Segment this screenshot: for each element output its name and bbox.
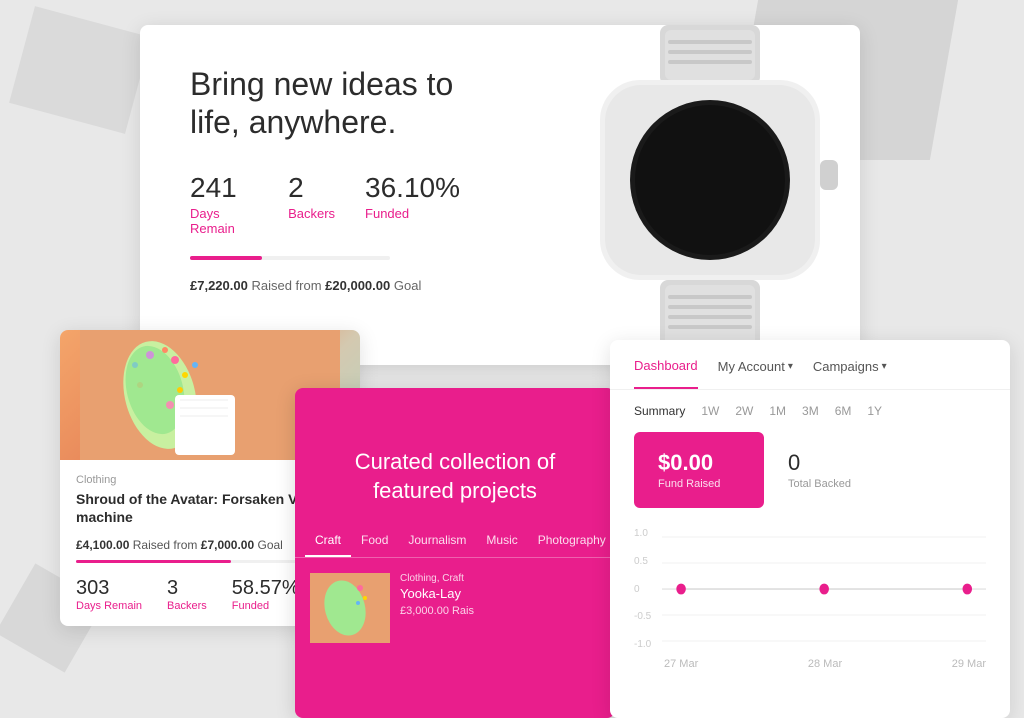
chart-area: 1.0 0.5 0 -0.5 -1.0 2 [610, 524, 1010, 684]
chart-y-label-bottom: -1.0 [634, 639, 662, 650]
product-stat-backers: 3 Backers [167, 577, 207, 612]
backers-num: 2 [288, 172, 335, 204]
goal-amount: £20,000.00 [325, 278, 390, 293]
tab-food[interactable]: Food [351, 525, 398, 557]
collection-item-svg [310, 573, 390, 643]
stat-funded: 36.10% Funded [365, 172, 460, 236]
dashboard-stats: $0.00 Fund Raised 0 Total Backed [610, 432, 1010, 524]
time-tab-1w[interactable]: 1W [701, 404, 719, 418]
collection-item-image [310, 573, 390, 643]
tab-craft[interactable]: Craft [305, 525, 351, 557]
nav-my-account[interactable]: My Account ▾ [718, 359, 793, 388]
total-backed-label: Total Backed [788, 478, 851, 490]
backers-label: Backers [288, 206, 335, 221]
time-tab-1y[interactable]: 1Y [867, 404, 882, 418]
nav-dashboard-label: Dashboard [634, 358, 698, 373]
collection-item-name: Yooka-Lay [400, 586, 600, 601]
raised-from-label: Raised from [251, 278, 321, 293]
bg-decoration-2 [9, 6, 151, 134]
product-progress-fill [76, 560, 231, 563]
collection-header: Curated collection of featured projects [295, 388, 615, 525]
collection-card: Curated collection of featured projects … [295, 388, 615, 718]
product-stat-days: 303 Days Remain [76, 577, 142, 612]
product-backers-num: 3 [167, 577, 207, 600]
campaign-stats: 241 Days Remain 2 Backers 36.10% Funded [190, 172, 460, 236]
stat-days: 241 Days Remain [190, 172, 258, 236]
funded-label: Funded [365, 206, 460, 221]
nav-campaigns[interactable]: Campaigns ▾ [813, 359, 887, 388]
chart-y-label-mid-low: -0.5 [634, 611, 662, 622]
chart-svg [662, 524, 986, 654]
tab-journalism[interactable]: Journalism [398, 525, 476, 557]
dashboard-nav: Dashboard My Account ▾ Campaigns ▾ [610, 340, 1010, 390]
nav-account-arrow: ▾ [788, 361, 793, 372]
chart-label-29mar: 29 Mar [952, 658, 986, 670]
time-tab-2w[interactable]: 2W [735, 404, 753, 418]
collection-content: Clothing, Craft Yooka-Lay £3,000.00 Rais [295, 558, 615, 658]
time-tab-1m[interactable]: 1M [769, 404, 786, 418]
chart-y-label-mid-high: 0.5 [634, 556, 662, 567]
fund-raised-label: Fund Raised [658, 478, 740, 490]
time-tab-6m[interactable]: 6M [835, 404, 852, 418]
chart-y-label-top: 1.0 [634, 528, 662, 539]
product-funded-num: 58.57% [232, 577, 300, 600]
goal-label: Goal [394, 278, 421, 293]
product-raised-text: Raised from [133, 538, 198, 552]
campaign-progress-bar [190, 256, 390, 260]
campaign-title: Bring new ideas to life, anywhere. [190, 65, 460, 142]
product-goal-label: Goal [258, 538, 283, 552]
fund-raised-stat: $0.00 Fund Raised [634, 432, 764, 508]
nav-campaigns-label: Campaigns [813, 359, 879, 374]
product-raised-amount: £4,100.00 [76, 538, 129, 552]
product-funded-label: Funded [232, 600, 300, 612]
watch-image-area [500, 25, 860, 365]
days-remain-label: Days Remain [190, 206, 258, 236]
total-backed-amount: 0 [788, 450, 851, 476]
collection-item-raised: £3,000.00 Rais [400, 605, 600, 617]
nav-campaigns-arrow: ▾ [882, 361, 887, 372]
chart-y-label-mid: 0 [634, 584, 662, 595]
watch-svg [500, 25, 860, 365]
chart-label-27mar: 27 Mar [664, 658, 698, 670]
chart-label-28mar: 28 Mar [808, 658, 842, 670]
days-remain-num: 241 [190, 172, 258, 204]
tab-photography[interactable]: Photography [528, 525, 615, 557]
product-days-num: 303 [76, 577, 142, 600]
dashboard-time-tabs: Summary 1W 2W 1M 3M 6M 1Y [610, 390, 1010, 432]
raised-info: £7,220.00 Raised from £20,000.00 Goal [190, 278, 460, 293]
nav-account-label: My Account [718, 359, 785, 374]
product-goal-amount: £7,000.00 [201, 538, 254, 552]
product-stat-funded: 58.57% Funded [232, 577, 300, 612]
watch-card-content: Bring new ideas to life, anywhere. 241 D… [140, 25, 500, 365]
raised-amount: £7,220.00 [190, 278, 248, 293]
chart-x-labels: 27 Mar 28 Mar 29 Mar [634, 654, 986, 674]
collection-item-info: Clothing, Craft Yooka-Lay £3,000.00 Rais [400, 573, 600, 643]
time-tab-summary[interactable]: Summary [634, 404, 685, 418]
campaign-progress-fill [190, 256, 262, 260]
dashboard-card: Dashboard My Account ▾ Campaigns ▾ Summa… [610, 340, 1010, 718]
collection-item-category: Clothing, Craft [400, 573, 600, 584]
time-tab-3m[interactable]: 3M [802, 404, 819, 418]
product-days-label: Days Remain [76, 600, 142, 612]
collection-title: Curated collection of featured projects [325, 448, 585, 505]
tab-music[interactable]: Music [476, 525, 527, 557]
watch-campaign-card: Bring new ideas to life, anywhere. 241 D… [140, 25, 860, 365]
nav-dashboard[interactable]: Dashboard [634, 358, 698, 389]
total-backed-stat: 0 Total Backed [764, 432, 875, 508]
funded-num: 36.10% [365, 172, 460, 204]
stat-backers: 2 Backers [288, 172, 335, 236]
collection-tabs: Craft Food Journalism Music Photography … [295, 525, 615, 558]
product-backers-label: Backers [167, 600, 207, 612]
fund-raised-amount: $0.00 [658, 450, 740, 476]
